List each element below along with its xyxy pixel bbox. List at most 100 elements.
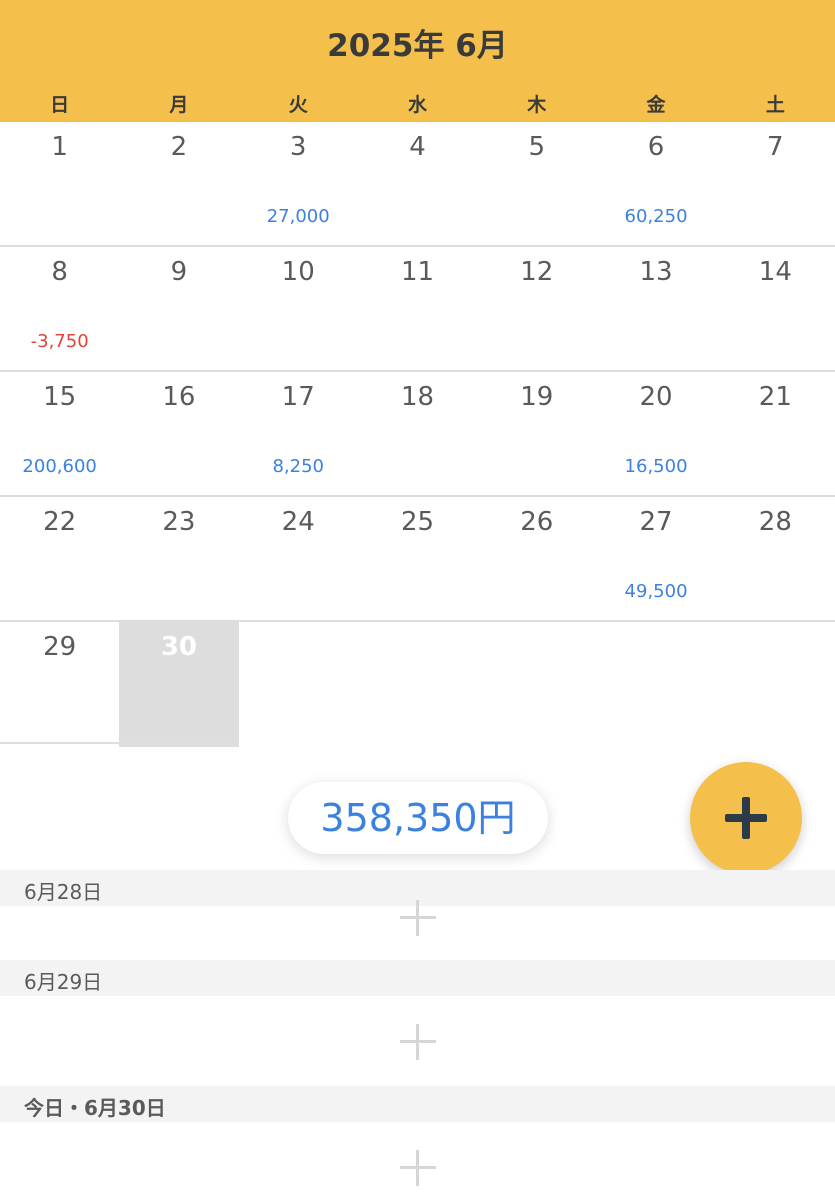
weekday-label: 日: [50, 94, 70, 116]
calendar-day[interactable]: 16: [119, 372, 238, 495]
empty-day-cell: [596, 622, 715, 747]
day-number: 9: [170, 257, 188, 287]
calendar-day[interactable]: 14: [716, 247, 835, 370]
calendar-day[interactable]: 22: [0, 497, 119, 620]
day-number: 25: [400, 507, 435, 537]
day-number: 30: [160, 632, 198, 662]
calendar-day[interactable]: 18: [358, 372, 477, 495]
calendar-day[interactable]: 1: [0, 122, 119, 245]
calendar-header: 2025年 6月 日 月 火 水 木 金 土: [0, 0, 835, 122]
calendar-day[interactable]: 24: [239, 497, 358, 620]
day-number: 16: [162, 382, 196, 412]
day-amount: 49,500: [624, 581, 688, 602]
day-number: 22: [43, 507, 77, 537]
day-number: 8: [51, 257, 68, 287]
add-entry-button[interactable]: [400, 1150, 436, 1186]
day-number: 12: [520, 257, 554, 287]
day-number: 17: [281, 382, 315, 412]
weekday-label: 火: [288, 94, 308, 116]
calendar-day[interactable]: 12: [477, 247, 596, 370]
empty-day-cell: [716, 622, 835, 747]
calendar-week-row: 8 -3,750 9 10 11 12 13 14: [0, 247, 835, 372]
day-number: 6: [647, 132, 665, 162]
calendar-week-row: 1 2 3 27,000 4 5 6 60,250 7: [0, 122, 835, 247]
day-number: 13: [639, 257, 673, 287]
empty-day-cell: [358, 622, 477, 747]
empty-day-cell: [239, 622, 358, 747]
weekday-label: 月: [169, 94, 189, 116]
weekday-label: 木: [527, 94, 547, 116]
day-amount: 60,250: [624, 206, 688, 227]
weekday-label: 金: [646, 94, 666, 116]
plus-icon: [742, 797, 750, 839]
calendar-day[interactable]: 15 200,600: [0, 372, 119, 495]
day-amount: 8,250: [272, 456, 324, 477]
calendar-day[interactable]: 9: [119, 247, 238, 370]
monthly-total: 358,350円: [288, 782, 548, 854]
calendar-day[interactable]: 2: [119, 122, 238, 245]
calendar-day[interactable]: 21: [716, 372, 835, 495]
day-number: 26: [520, 507, 554, 537]
day-amount: -3,750: [30, 331, 89, 352]
section-date: 6月29日: [24, 970, 103, 994]
add-transaction-button[interactable]: [690, 762, 802, 874]
calendar-day[interactable]: 23: [119, 497, 238, 620]
calendar-day[interactable]: 6 60,250: [596, 122, 715, 245]
plus-icon: [416, 1150, 419, 1186]
plus-icon: [416, 1024, 419, 1060]
calendar-week-row: 15 200,600 16 17 8,250 18 19 20 16,500 21: [0, 372, 835, 497]
day-section-header: 今日・6月30日: [0, 1086, 835, 1122]
calendar-day[interactable]: 25: [358, 497, 477, 620]
calendar-day[interactable]: 26: [477, 497, 596, 620]
day-number: 21: [758, 382, 792, 412]
calendar-day[interactable]: 20 16,500: [596, 372, 715, 495]
day-number: 24: [281, 507, 315, 537]
weekday-row: 日 月 火 水 木 金 土: [0, 90, 835, 118]
calendar-day[interactable]: 8 -3,750: [0, 247, 119, 370]
calendar-day[interactable]: 10: [239, 247, 358, 370]
calendar-day[interactable]: 11: [358, 247, 477, 370]
day-number: 14: [758, 257, 792, 287]
calendar-day[interactable]: 13: [596, 247, 715, 370]
calendar-day[interactable]: 17 8,250: [239, 372, 358, 495]
day-number: 5: [528, 132, 546, 162]
day-amount: 200,600: [22, 456, 97, 477]
day-amount: 27,000: [266, 206, 330, 227]
empty-day-cell: [477, 622, 596, 747]
add-entry-button[interactable]: [400, 1024, 436, 1060]
day-number: 29: [43, 632, 77, 662]
day-number: 1: [51, 132, 68, 162]
plus-icon: [416, 900, 419, 936]
day-number: 15: [43, 382, 77, 412]
calendar-day[interactable]: 4: [358, 122, 477, 245]
day-amount: 16,500: [624, 456, 688, 477]
calendar-day[interactable]: 19: [477, 372, 596, 495]
day-number: 20: [639, 382, 673, 412]
day-number: 28: [758, 507, 792, 537]
day-number: 11: [400, 257, 435, 287]
day-number: 18: [400, 382, 435, 412]
month-title[interactable]: 2025年 6月: [0, 20, 835, 65]
calendar-day[interactable]: 3 27,000: [239, 122, 358, 245]
calendar-week-row: 29 30: [0, 622, 835, 747]
section-date: 今日・6月30日: [24, 1096, 166, 1120]
calendar-day[interactable]: 28: [716, 497, 835, 620]
weekday-label: 水: [407, 94, 427, 116]
calendar-day[interactable]: 5: [477, 122, 596, 245]
day-section-header: 6月29日: [0, 960, 835, 996]
day-number: 4: [409, 132, 426, 162]
add-entry-button[interactable]: [400, 900, 436, 936]
divider: [0, 742, 238, 744]
calendar-day[interactable]: 30: [119, 622, 239, 747]
day-number: 19: [520, 382, 554, 412]
day-number: 10: [281, 257, 315, 287]
calendar-day[interactable]: 7: [716, 122, 835, 245]
day-number: 23: [162, 507, 196, 537]
section-date: 6月28日: [24, 880, 103, 904]
day-number: 7: [767, 132, 784, 162]
calendar-grid: 1 2 3 27,000 4 5 6 60,250 7 8 -3,750 9 10 11 12 13 14 15 2…: [0, 122, 835, 747]
calendar-week-row: 22 23 24 25 26 27 49,500 28: [0, 497, 835, 622]
calendar-day[interactable]: 27 49,500: [596, 497, 715, 620]
day-number: 2: [170, 132, 188, 162]
calendar-day[interactable]: 29: [0, 622, 119, 747]
